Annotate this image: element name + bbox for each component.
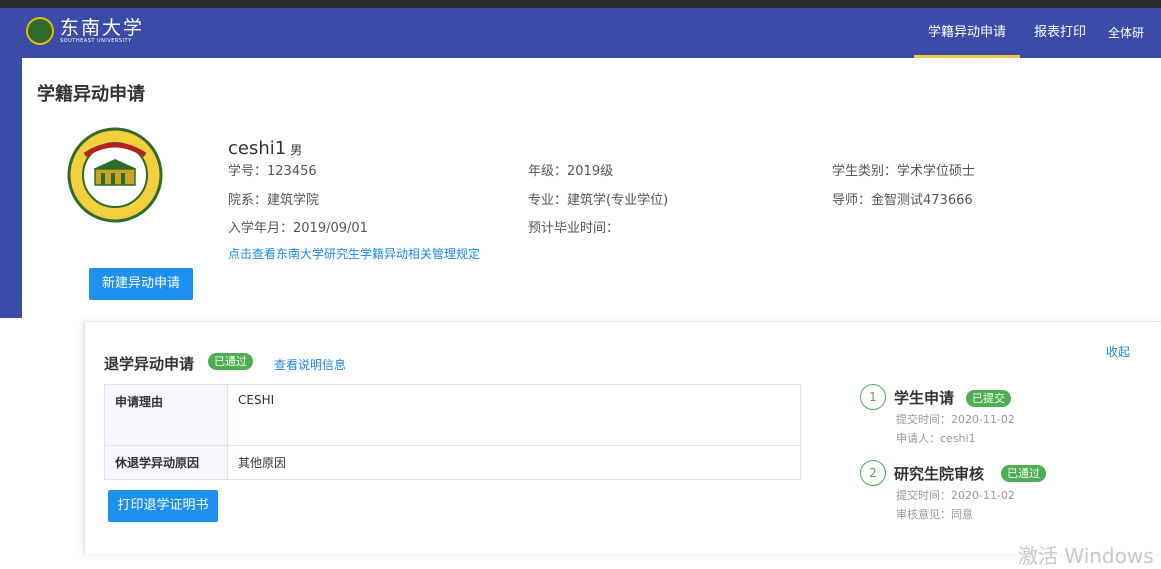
step-number-2: 2 bbox=[860, 460, 886, 486]
row-label-reason: 申请理由 bbox=[104, 384, 228, 446]
row-value-cause: 其他原因 bbox=[227, 445, 801, 480]
step-time-1: 提交时间：2020-11-02 bbox=[896, 413, 1015, 426]
logo-chinese-text: 东南大学 bbox=[60, 17, 145, 39]
page-title: 学籍异动申请 bbox=[37, 84, 145, 105]
student-expected-graduation: 预计毕业时间： bbox=[528, 221, 620, 236]
top-nav: 学籍异动申请 报表打印 全体研 bbox=[914, 8, 1152, 58]
student-id: 学号：123456 bbox=[228, 164, 317, 179]
step-title-1: 学生申请 bbox=[894, 389, 955, 407]
status-badge: 已通过 bbox=[208, 353, 253, 370]
regulations-link[interactable]: 点击查看东南大学研究生学籍异动相关管理规定 bbox=[228, 245, 480, 262]
application-title: 退学异动申请 bbox=[104, 355, 195, 373]
student-enroll-date: 入学年月：2019/09/01 bbox=[228, 221, 368, 236]
step-title-2: 研究生院审核 bbox=[894, 465, 985, 483]
collapse-link[interactable]: 收起 bbox=[1106, 343, 1130, 360]
new-application-button[interactable]: 新建异动申请 bbox=[89, 268, 193, 300]
step-number-1: 1 bbox=[860, 384, 886, 410]
student-major: 专业：建筑学(专业学位) bbox=[528, 193, 669, 208]
logo-english-text: SOUTHEAST UNIVERSITY bbox=[60, 38, 132, 44]
nav-tab-report-print[interactable]: 报表打印 bbox=[1020, 8, 1100, 58]
university-logo[interactable]: 东南大学 SOUTHEAST UNIVERSITY bbox=[26, 17, 144, 45]
nav-tab-all[interactable]: 全体研 bbox=[1100, 8, 1152, 58]
view-description-link[interactable]: 查看说明信息 bbox=[274, 356, 346, 373]
application-detail-table: 申请理由 CESHI 休退学异动原因 其他原因 bbox=[104, 384, 801, 480]
student-name-text: ceshi1 bbox=[228, 138, 287, 159]
table-row: 申请理由 CESHI bbox=[104, 384, 801, 446]
row-label-cause: 休退学异动原因 bbox=[104, 445, 228, 480]
student-name: ceshi1 男 bbox=[228, 138, 302, 159]
row-value-reason: CESHI bbox=[227, 384, 801, 446]
window-top-strip bbox=[0, 0, 1161, 8]
table-row: 休退学异动原因 其他原因 bbox=[104, 445, 801, 480]
step-person-1: 申请人：ceshi1 bbox=[896, 432, 976, 445]
step-badge-2: 已通过 bbox=[1001, 465, 1046, 482]
university-emblem-icon bbox=[67, 127, 163, 223]
student-dept: 院系：建筑学院 bbox=[228, 193, 320, 208]
university-seal-icon bbox=[26, 17, 54, 45]
activation-watermark: 激活 Windows bbox=[1018, 544, 1154, 568]
step-badge-1: 已提交 bbox=[966, 390, 1011, 407]
student-grade: 年级：2019级 bbox=[528, 164, 614, 179]
student-advisor: 导师：金智测试473666 bbox=[832, 193, 973, 208]
step-opinion-2: 审核意见：同意 bbox=[896, 508, 973, 521]
student-gender: 男 bbox=[290, 143, 303, 157]
student-type: 学生类别：学术学位硕士 bbox=[832, 164, 976, 179]
step-time-2: 提交时间：2020-11-02 bbox=[896, 489, 1015, 502]
nav-tab-status-change[interactable]: 学籍异动申请 bbox=[914, 8, 1021, 58]
print-certificate-button[interactable]: 打印退学证明书 bbox=[108, 490, 218, 522]
